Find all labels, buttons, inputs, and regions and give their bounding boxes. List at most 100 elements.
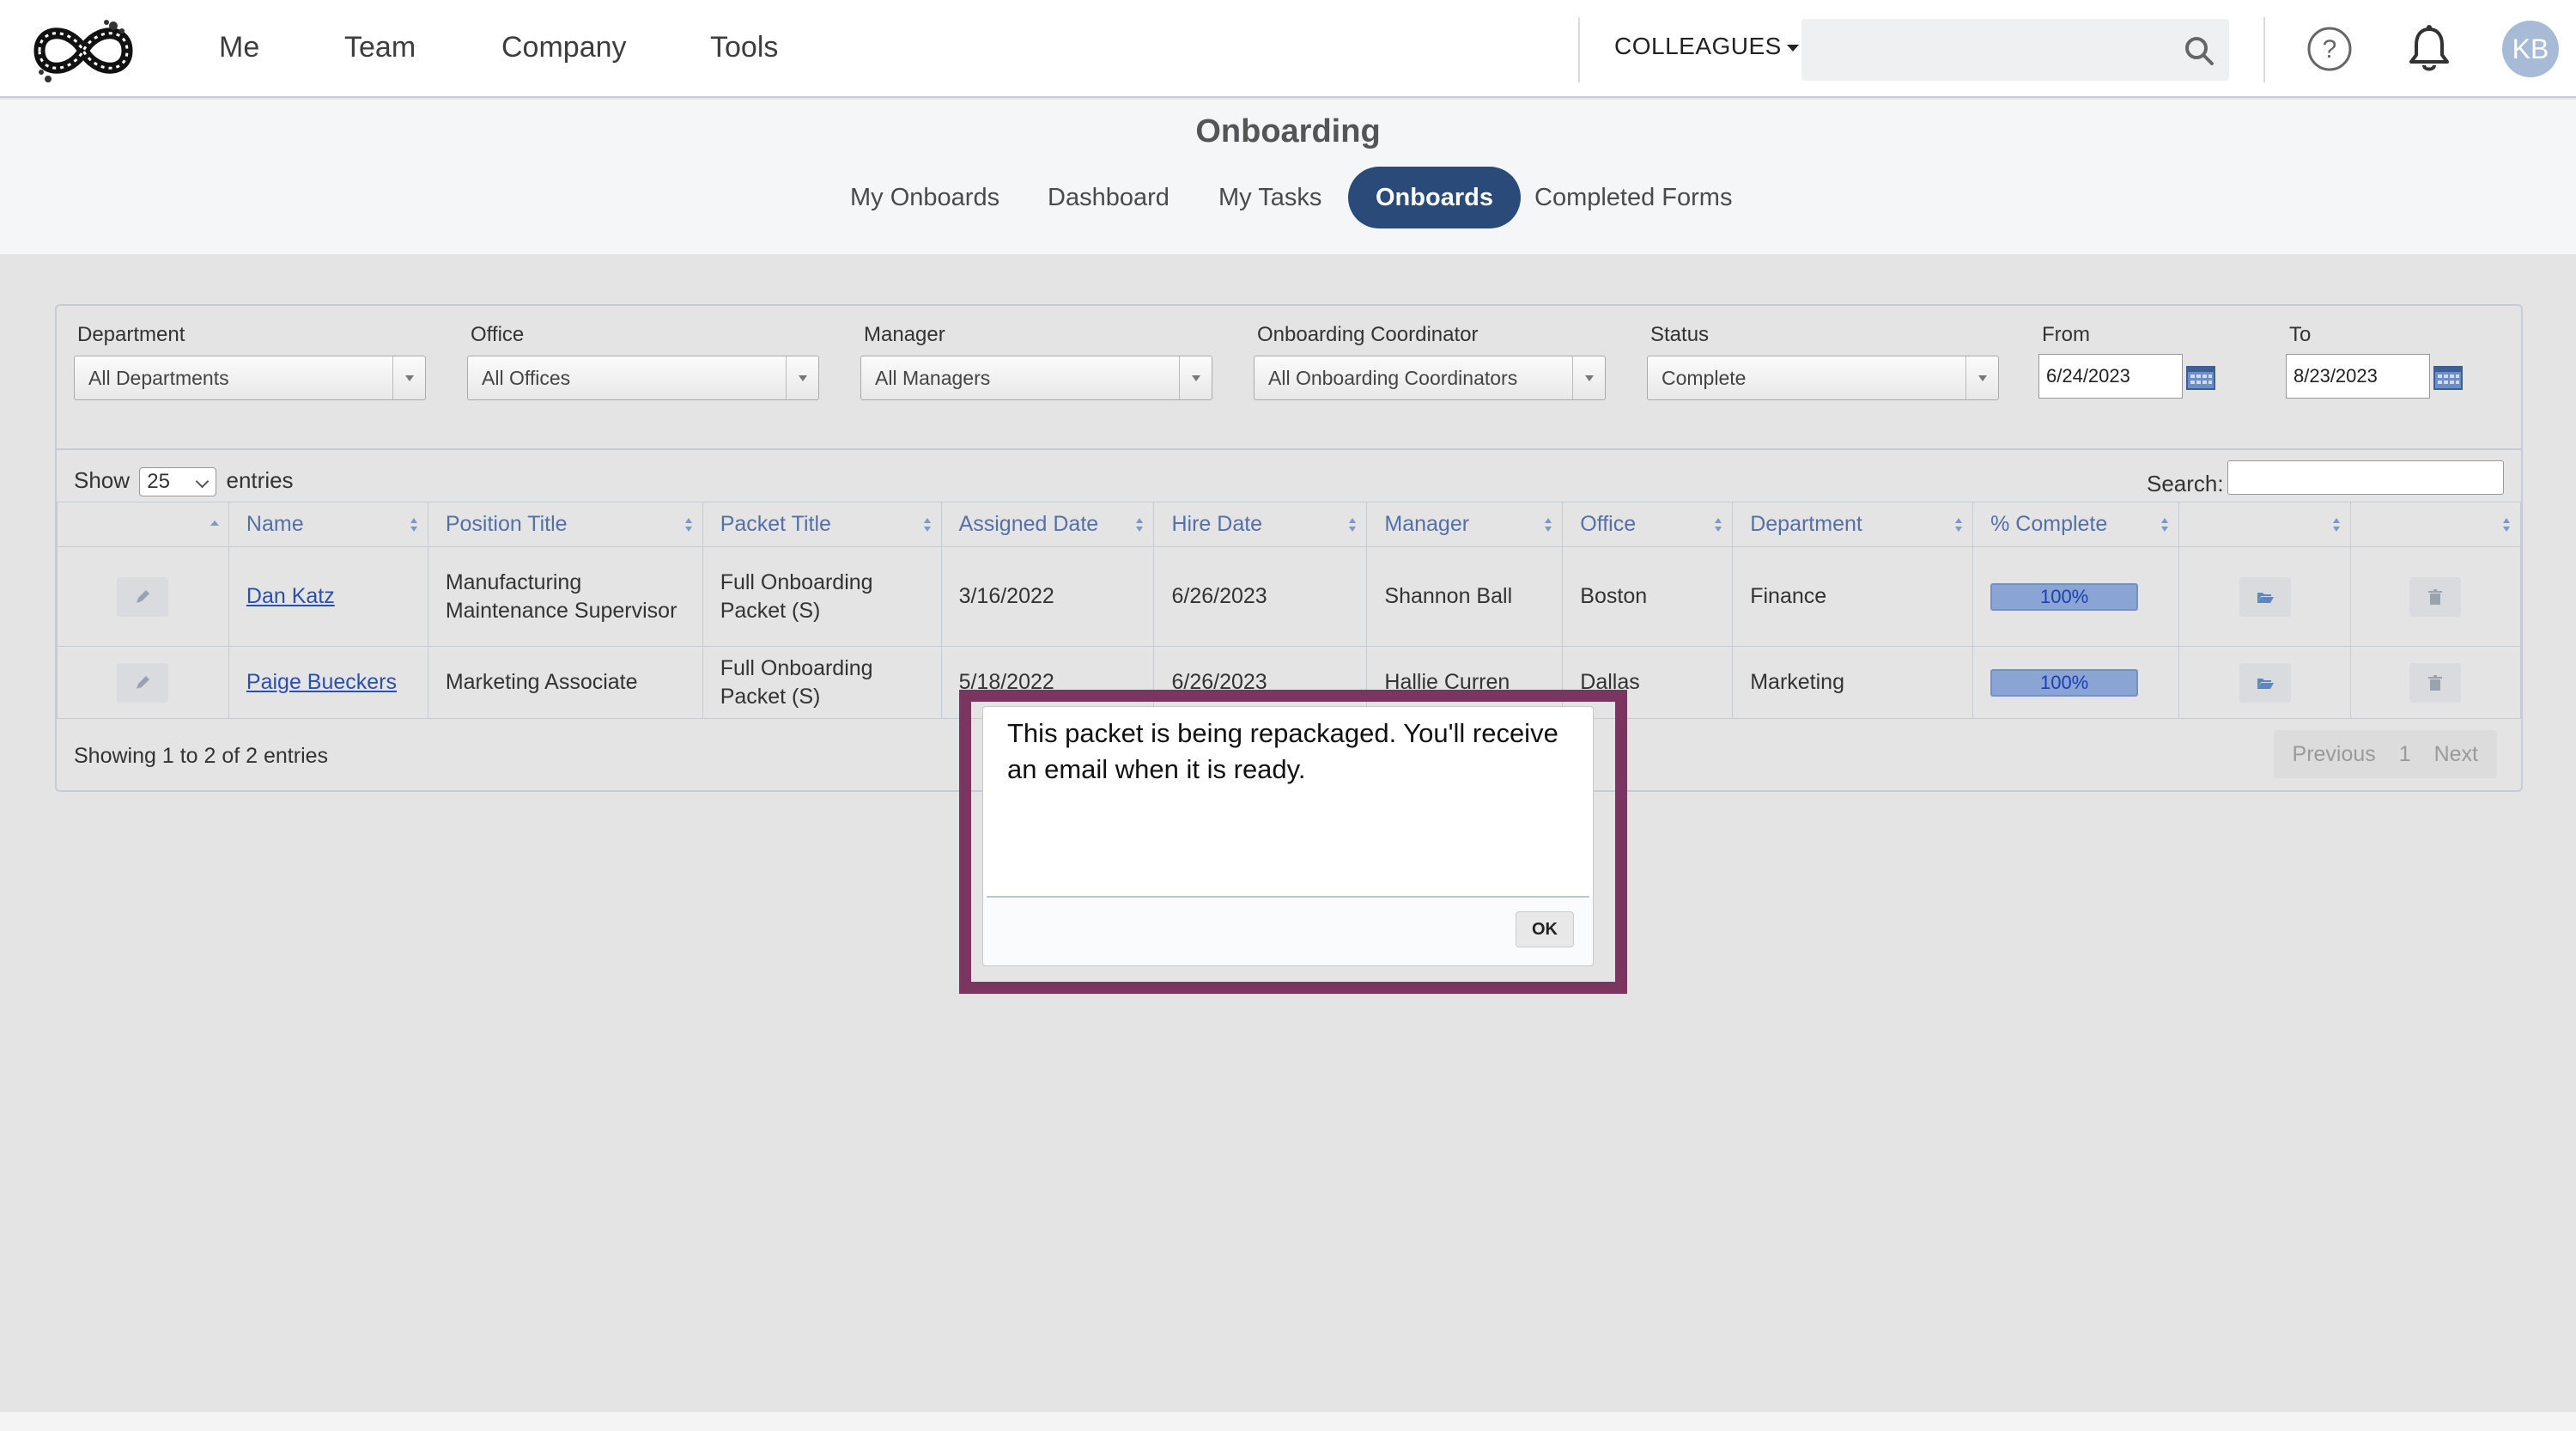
manager-filter-label: Manager <box>864 323 945 346</box>
sort-asc-icon <box>210 521 219 526</box>
column-header-actions[interactable] <box>57 502 229 547</box>
tab-onboards[interactable]: Onboards <box>1348 167 1521 228</box>
column-header-name[interactable]: Name <box>228 502 428 547</box>
employee-name-link[interactable]: Dan Katz <box>246 584 335 608</box>
tab-my-onboards[interactable]: My Onboards <box>823 167 1027 228</box>
nav-link-company[interactable]: Company <box>501 31 627 64</box>
name-cell: Paige Bueckers <box>228 646 428 719</box>
calendar-icon[interactable] <box>2186 366 2215 390</box>
search-icon[interactable] <box>2183 34 2215 67</box>
office-filter-select[interactable]: All Offices <box>467 356 819 400</box>
department-cell: Finance <box>1732 546 1974 647</box>
column-header-office[interactable]: Office <box>1562 502 1734 547</box>
delete-button[interactable] <box>2409 576 2462 617</box>
from-date-label: From <box>2042 323 2090 346</box>
edit-button[interactable] <box>117 576 169 617</box>
column-header-percent-complete[interactable]: % Complete <box>1972 502 2180 547</box>
table-search-input[interactable] <box>2227 460 2504 495</box>
filters-row: Department All Departments Office All Of… <box>57 306 2521 450</box>
position-cell: Marketing Associate <box>427 646 703 719</box>
previous-page-button[interactable]: Previous <box>2284 742 2385 766</box>
help-icon[interactable]: ? <box>2306 26 2353 72</box>
from-date-input[interactable]: 6/24/2023 <box>2038 354 2183 399</box>
folder-open-icon <box>2257 592 2274 603</box>
to-date-label: To <box>2289 323 2312 346</box>
manager-filter-select[interactable]: All Managers <box>860 356 1212 400</box>
onboards-table: Name Position Title Packet Title Assigne… <box>57 502 2522 719</box>
sort-icon <box>1136 518 1144 532</box>
page-title: Onboarding <box>1195 113 1381 149</box>
department-filter-select[interactable]: All Departments <box>74 356 426 400</box>
sort-icon <box>2332 518 2340 532</box>
colleagues-label: COLLEAGUES <box>1614 33 1782 59</box>
column-header-folder[interactable] <box>2178 502 2351 547</box>
caret-down-icon <box>1786 44 1799 52</box>
delete-cell <box>2349 646 2522 719</box>
sort-icon <box>2161 518 2169 532</box>
entries-per-page-select[interactable]: 25 <box>139 467 217 497</box>
column-header-packet-title[interactable]: Packet Title <box>702 502 942 547</box>
dropdown-arrow-icon <box>1179 356 1212 399</box>
complete-cell: 100% <box>1972 646 2180 719</box>
open-folder-button[interactable] <box>2239 662 2291 703</box>
column-header-position-title[interactable]: Position Title <box>427 502 703 547</box>
ok-button[interactable]: OK <box>1516 911 1574 947</box>
trash-icon <box>2428 674 2443 691</box>
edit-cell <box>57 646 229 719</box>
entries-length-control: Show 25 entries <box>74 467 294 497</box>
hire-date-cell: 6/26/2023 <box>1153 546 1368 647</box>
pagination: Previous 1 Next <box>2273 730 2497 778</box>
department-filter-value: All Departments <box>88 367 229 389</box>
column-header-manager[interactable]: Manager <box>1366 502 1564 547</box>
table-header-row: Name Position Title Packet Title Assigne… <box>57 502 2522 547</box>
column-header-hire-date[interactable]: Hire Date <box>1153 502 1368 547</box>
table-info: Showing 1 to 2 of 2 entries <box>74 744 329 768</box>
svg-text:?: ? <box>2323 35 2337 64</box>
colleagues-dropdown[interactable]: COLLEAGUES <box>1614 33 1799 60</box>
tab-my-tasks[interactable]: My Tasks <box>1191 167 1349 228</box>
status-filter-value: Complete <box>1662 367 1747 389</box>
manager-filter-value: All Managers <box>875 367 991 389</box>
complete-cell: 100% <box>1972 546 2180 647</box>
sort-icon <box>1955 518 1963 532</box>
column-header-delete[interactable] <box>2349 502 2522 547</box>
status-filter-select[interactable]: Complete <box>1647 356 1999 400</box>
nav-link-me[interactable]: Me <box>219 31 259 64</box>
progress-bar: 100% <box>1990 582 2139 611</box>
delete-cell <box>2349 546 2522 647</box>
delete-button[interactable] <box>2409 662 2462 703</box>
coordinator-filter-label: Onboarding Coordinator <box>1257 323 1479 346</box>
office-filter-label: Office <box>471 323 525 346</box>
calendar-icon[interactable] <box>2433 366 2463 390</box>
sort-icon <box>410 518 417 532</box>
sort-icon <box>1545 518 1552 532</box>
pencil-icon <box>137 675 150 689</box>
position-cell: Manufacturing Maintenance Supervisor <box>427 546 703 647</box>
edit-button[interactable] <box>117 662 169 703</box>
global-search-input[interactable] <box>1801 19 2229 81</box>
nav-link-tools[interactable]: Tools <box>710 31 778 64</box>
onboarding-header: Onboarding My Onboards Dashboard My Task… <box>0 100 2576 254</box>
column-header-assigned-date[interactable]: Assigned Date <box>940 502 1155 547</box>
company-logo-icon[interactable] <box>22 15 144 86</box>
assigned-date-cell: 3/16/2022 <box>940 546 1155 647</box>
page-number-button[interactable]: 1 <box>2391 742 2420 766</box>
office-cell: Boston <box>1562 546 1734 647</box>
tab-completed-forms[interactable]: Completed Forms <box>1507 167 1759 228</box>
sort-icon <box>1715 518 1722 532</box>
department-filter-label: Department <box>77 323 185 346</box>
nav-divider <box>2263 17 2265 82</box>
coordinator-filter-select[interactable]: All Onboarding Coordinators <box>1254 356 1606 400</box>
tab-dashboard[interactable]: Dashboard <box>1020 167 1197 228</box>
notifications-bell-icon[interactable] <box>2406 24 2452 74</box>
open-folder-button[interactable] <box>2239 576 2291 617</box>
name-cell: Dan Katz <box>228 546 428 647</box>
pencil-icon <box>137 589 150 603</box>
employee-name-link[interactable]: Paige Bueckers <box>246 670 397 694</box>
column-header-department[interactable]: Department <box>1732 502 1974 547</box>
nav-link-team[interactable]: Team <box>344 31 416 64</box>
next-page-button[interactable]: Next <box>2426 742 2487 766</box>
sort-icon <box>1349 518 1357 532</box>
user-avatar[interactable]: KB <box>2502 21 2559 77</box>
to-date-input[interactable]: 8/23/2023 <box>2286 354 2430 399</box>
